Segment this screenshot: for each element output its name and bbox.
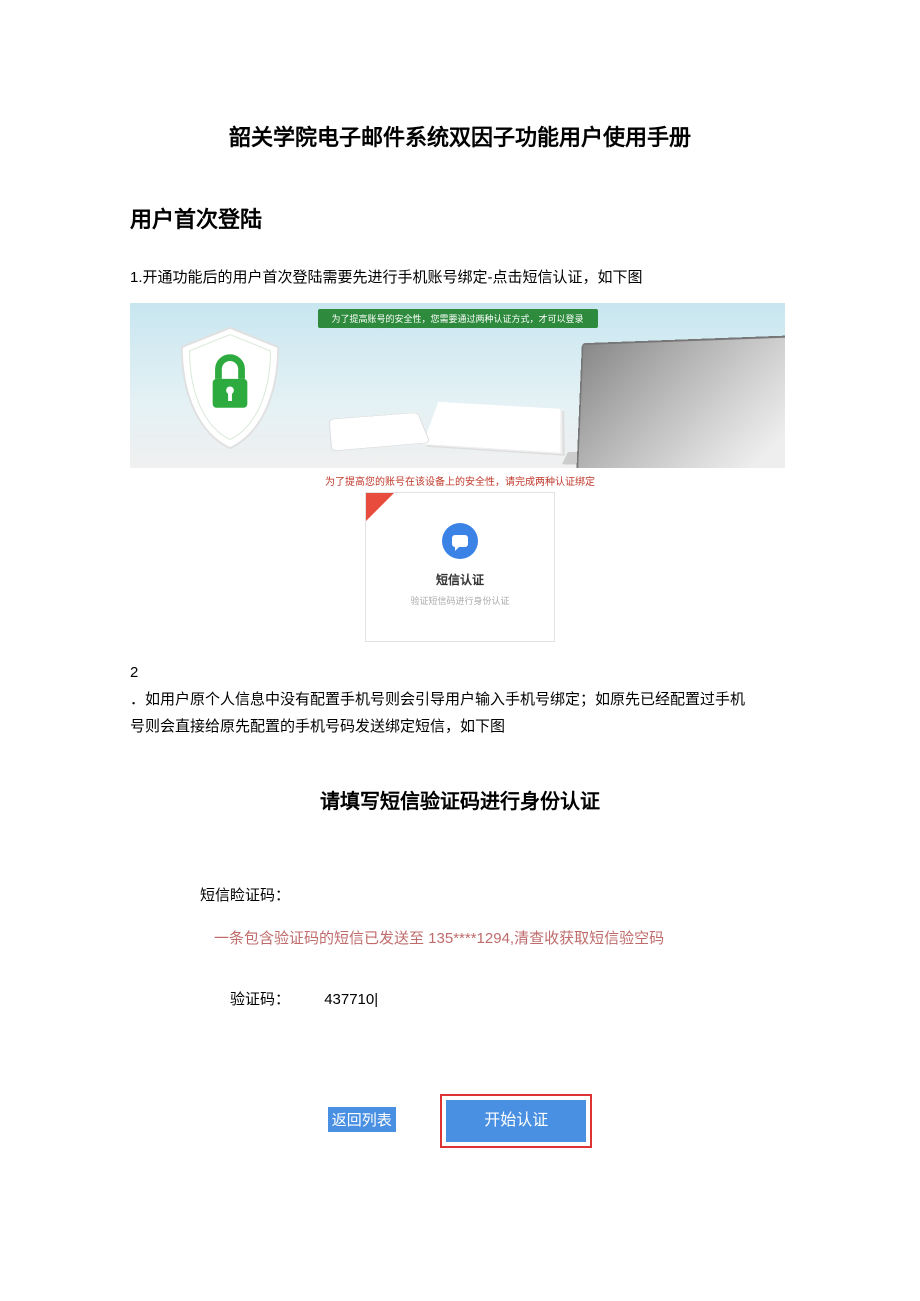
start-auth-highlight-box: 开始认证 [440,1094,592,1148]
shield-lock-icon [170,323,290,453]
code-input-line: 验证码： 437710| [230,988,790,1009]
sms-card-caption: 为了提高您的账号在该设备上的安全性，请完成两种认证绑定 [130,473,790,488]
verification-form: 短信睑证码： 一条包含验证码的短信已发送至 135****1294,清查收获取短… [200,884,790,1009]
return-list-button[interactable]: 返回列表 [328,1107,396,1132]
step2-body: ．如用户原个人信息中没有配置手机号则会引导用户输入手机号绑定；如原先已经配置过手… [130,686,758,740]
sms-auth-card[interactable]: 短信认证 验证短信码进行身份认证 [365,492,555,642]
section-heading-first-login: 用户首次登陆 [130,202,790,234]
step2-number: 2 [130,659,158,686]
code-input[interactable]: 437710| [324,991,378,1008]
security-banner-illustration: 为了提高账号的安全性，您需要通过两种认证方式，才可以登录 [130,303,785,468]
sms-card-desc: 验证短信码进行身份认证 [366,594,554,607]
sms-sent-notice: 一条包含验证码的短信已发送至 135****1294,清查收获取短信验空码 [214,927,790,948]
sms-card-title: 短信认证 [366,571,554,588]
code-label: 验证码： [230,991,290,1008]
banner-green-message: 为了提高账号的安全性，您需要通过两种认证方式，才可以登录 [317,309,597,328]
sms-code-label: 短信睑证码： [200,884,790,905]
button-row: 返回列表 开始认证 [130,1094,790,1148]
sms-card-section: 为了提高您的账号在该设备上的安全性，请完成两种认证绑定 短信认证 验证短信码进行… [130,473,790,647]
sms-bubble-icon [442,523,478,559]
step1-text: 1.开通功能后的用户首次登陆需要先进行手机账号绑定-点击短信认证，如下图 [130,264,790,291]
step2-text: 2 ．如用户原个人信息中没有配置手机号则会引导用户输入手机号绑定；如原先已经配置… [130,659,790,740]
corner-ribbon-icon [366,493,394,521]
verify-form-title: 请填写短信验证码进行身份认证 [130,785,790,814]
start-auth-button[interactable]: 开始认证 [446,1100,586,1142]
document-title: 韶关学院电子邮件系统双因子功能用户使用手册 [130,120,790,152]
